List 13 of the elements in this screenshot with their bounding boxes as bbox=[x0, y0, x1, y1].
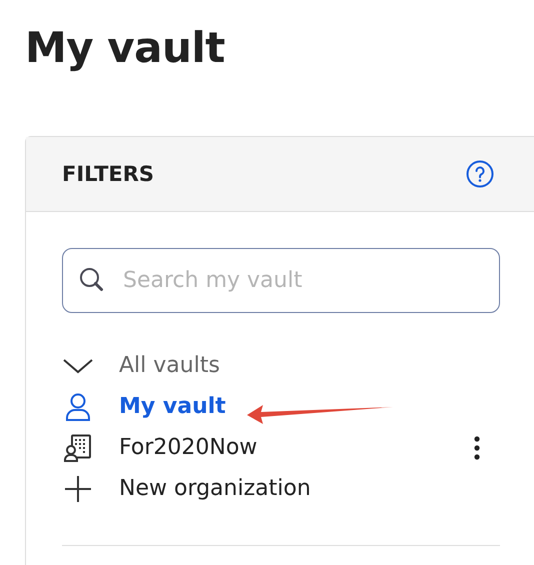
search-icon bbox=[78, 266, 106, 294]
all-vaults-item[interactable]: All vaults bbox=[119, 353, 220, 378]
new-organization-link[interactable]: New organization bbox=[119, 476, 311, 501]
more-options-icon[interactable] bbox=[474, 436, 480, 460]
vault-item[interactable]: For2020Now bbox=[119, 435, 258, 460]
vault-item[interactable]: My vault bbox=[119, 394, 226, 419]
search-field[interactable]: Search my vault bbox=[62, 248, 500, 313]
filters-heading: FILTERS bbox=[62, 162, 154, 186]
chevron-down-icon[interactable] bbox=[62, 356, 94, 374]
help-icon[interactable] bbox=[466, 160, 494, 188]
building-person-icon bbox=[62, 434, 94, 462]
page-title: My vault bbox=[25, 22, 226, 74]
plus-icon bbox=[62, 474, 94, 502]
